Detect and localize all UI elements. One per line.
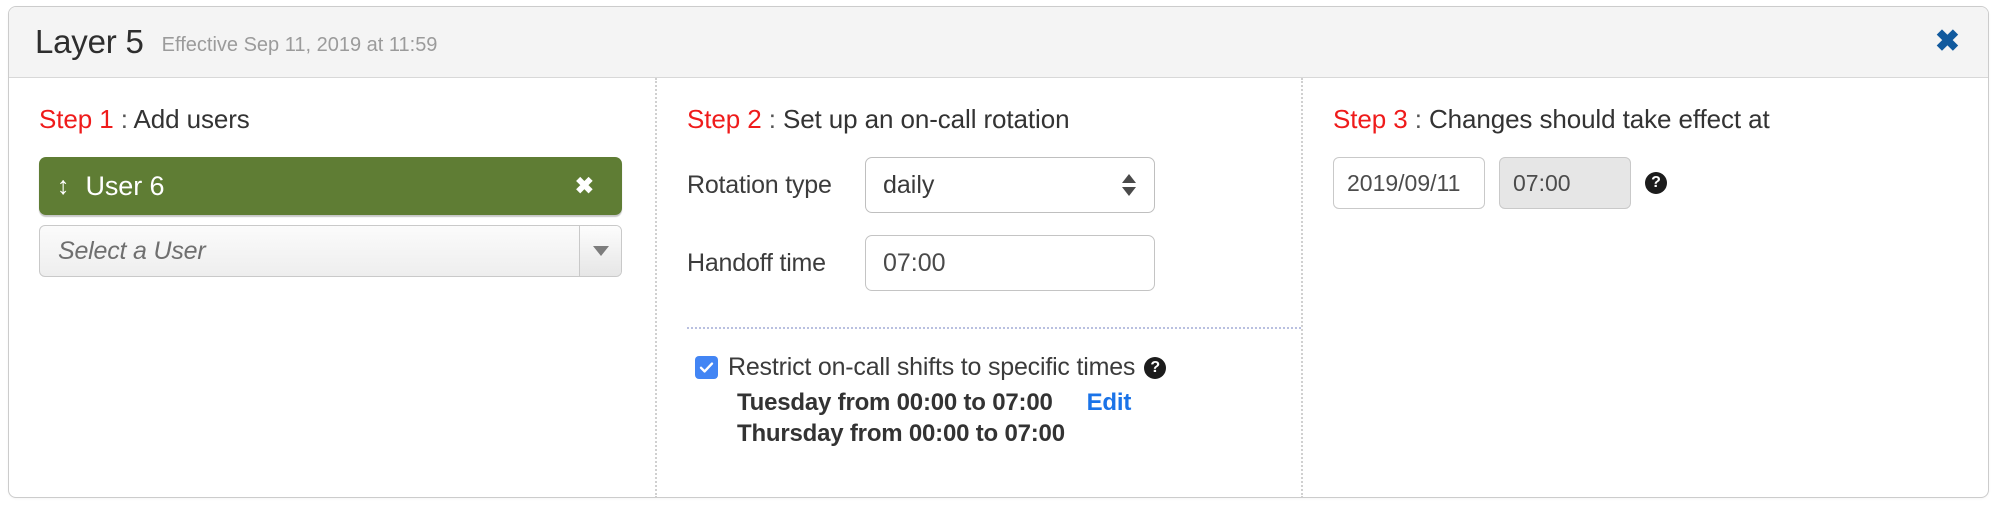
section-divider: [687, 327, 1301, 329]
handoff-time-input[interactable]: [865, 235, 1155, 291]
select-user-value: Select a User: [58, 236, 206, 265]
effective-date-input[interactable]: [1333, 157, 1485, 209]
handoff-time-label: Handoff time: [687, 248, 826, 277]
close-icon[interactable]: ✖: [1935, 27, 1960, 57]
rotation-type-value: daily: [883, 170, 935, 199]
restrict-shifts-label: Restrict on-call shifts to specific time…: [728, 353, 1136, 381]
user-chip[interactable]: ↕ User 6 ✖: [39, 157, 622, 215]
triangle-up-glyph: [1122, 174, 1136, 183]
rotation-type-label: Rotation type: [687, 170, 832, 199]
triangle-down-glyph: [1122, 187, 1136, 196]
restriction-item: Tuesday from 00:00 to 07:00 Edit: [737, 388, 1271, 419]
step-3-title: Changes should take effect at: [1428, 104, 1770, 134]
layer-editor-panel: Layer 5 Effective Sep 11, 2019 at 11:59 …: [8, 6, 1989, 498]
rotation-type-select[interactable]: daily: [865, 157, 1155, 213]
triangle-down-glyph: [592, 246, 609, 256]
edit-restrictions-link[interactable]: Edit: [1087, 388, 1132, 419]
step-2-column: Step 2 : Set up an on-call rotation Rota…: [655, 78, 1301, 497]
step-3-label: Step 3: [1333, 104, 1408, 134]
panel-body: Step 1 : Add users ↕ User 6 ✖ Select a U…: [9, 78, 1988, 497]
step-1-title: Add users: [133, 104, 250, 134]
step-1-label: Step 1: [39, 104, 114, 134]
help-icon[interactable]: ?: [1645, 172, 1667, 194]
select-user-dropdown[interactable]: Select a User: [39, 225, 622, 277]
step-2-label: Step 2: [687, 104, 762, 134]
step-1-separator: :: [113, 104, 134, 134]
restriction-item: Thursday from 00:00 to 07:00: [737, 419, 1271, 450]
step-2-title: Set up an on-call rotation: [782, 104, 1070, 134]
restrict-shifts-row: Restrict on-call shifts to specific time…: [695, 353, 1271, 382]
restriction-text: Tuesday from 00:00 to 07:00: [737, 389, 1053, 416]
drag-handle-icon[interactable]: ↕: [57, 173, 70, 199]
step-3-column: Step 3 : Changes should take effect at ?: [1301, 78, 1988, 497]
effective-datetime-row: ?: [1333, 157, 1958, 209]
step-1-heading: Step 1 : Add users: [39, 104, 625, 135]
step-2-separator: :: [761, 104, 783, 134]
step-1-column: Step 1 : Add users ↕ User 6 ✖ Select a U…: [9, 78, 655, 497]
spinner-arrows-icon[interactable]: [1122, 174, 1136, 196]
user-chip-label: User 6: [85, 170, 165, 201]
restriction-list: Tuesday from 00:00 to 07:00 Edit Thursda…: [737, 388, 1271, 449]
restriction-text: Thursday from 00:00 to 07:00: [737, 419, 1065, 447]
remove-user-icon[interactable]: ✖: [575, 174, 594, 198]
effective-date-text: Effective Sep 11, 2019 at 11:59: [161, 33, 438, 56]
step-3-separator: :: [1407, 104, 1429, 134]
chevron-down-icon[interactable]: [579, 226, 621, 276]
rotation-type-row: Rotation type daily: [687, 157, 1271, 213]
step-2-heading: Step 2 : Set up an on-call rotation: [687, 104, 1271, 135]
effective-time-input[interactable]: [1499, 157, 1631, 209]
panel-header: Layer 5 Effective Sep 11, 2019 at 11:59 …: [9, 7, 1988, 78]
step-3-heading: Step 3 : Changes should take effect at: [1333, 104, 1958, 135]
handoff-time-row: Handoff time: [687, 235, 1271, 291]
page-title: Layer 5: [35, 23, 144, 60]
restrict-shifts-checkbox[interactable]: [695, 356, 718, 379]
help-icon[interactable]: ?: [1144, 356, 1167, 379]
